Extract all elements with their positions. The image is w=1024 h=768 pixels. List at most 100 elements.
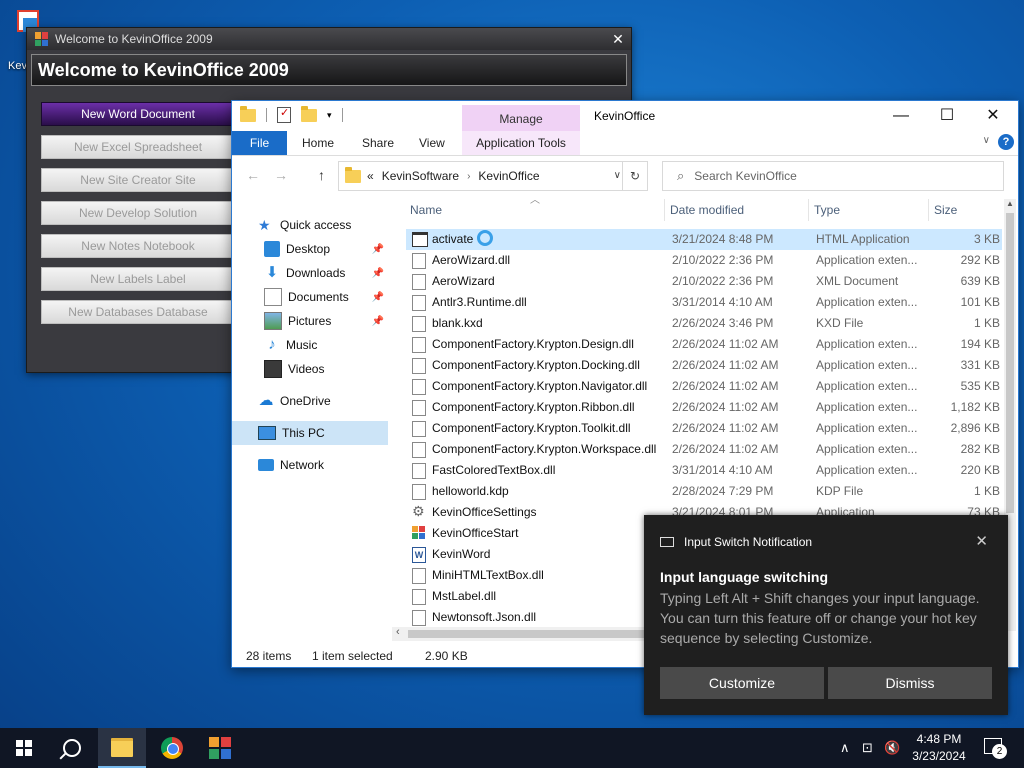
dismiss-button[interactable]: Dismiss <box>828 667 992 699</box>
star-icon: ★ <box>258 217 271 233</box>
tab-file[interactable]: File <box>232 131 287 155</box>
file-date: 3/31/2014 4:10 AM <box>672 295 773 309</box>
taskbar-file-explorer[interactable] <box>98 728 146 768</box>
minimize-icon[interactable]: — <box>878 101 924 131</box>
pin-icon: 📌 <box>371 291 384 303</box>
file-row[interactable]: ComponentFactory.Krypton.Ribbon.dll 2/26… <box>406 397 1002 418</box>
help-icon[interactable]: ? <box>998 134 1014 150</box>
new-labels-label-button[interactable]: New Labels Label <box>41 267 235 291</box>
dll-icon <box>412 358 426 374</box>
nav-item-network[interactable]: Network <box>232 453 388 477</box>
file-type: Application exten... <box>816 253 918 267</box>
explorer-titlebar[interactable]: ▾ Manage KevinOffice — ☐ ✕ <box>232 101 1018 131</box>
file-row[interactable]: ComponentFactory.Krypton.Workspace.dll 2… <box>406 439 1002 460</box>
item-count: 28 items <box>246 649 292 663</box>
close-icon[interactable]: ✕ <box>970 101 1016 131</box>
taskbar-kevinoffice[interactable] <box>196 728 244 768</box>
close-icon[interactable]: ✕ <box>975 532 988 550</box>
refresh-icon[interactable]: ↻ <box>622 162 647 190</box>
network-status-icon[interactable]: ⊡ <box>862 728 873 768</box>
breadcrumb-kevinsoftware[interactable]: KevinSoftware <box>382 169 459 183</box>
column-divider[interactable] <box>928 199 929 221</box>
nav-item-onedrive[interactable]: ☁ OneDrive <box>232 389 388 413</box>
tab-home[interactable]: Home <box>302 131 334 155</box>
nav-item-downloads[interactable]: ⬇ Downloads 📌 <box>232 261 388 285</box>
nav-item-music[interactable]: ♪ Music <box>232 333 388 357</box>
new-notes-notebook-button[interactable]: New Notes Notebook <box>41 234 235 258</box>
nav-item-videos[interactable]: Videos <box>232 357 388 381</box>
expand-ribbon-chevron-icon[interactable]: ∨ <box>983 135 990 146</box>
file-date: 2/10/2022 2:36 PM <box>672 253 774 267</box>
new-databases-database-button[interactable]: New Databases Database <box>41 300 235 324</box>
scroll-up-arrow-icon[interactable]: ▲ <box>1006 199 1014 208</box>
xml-icon <box>412 274 426 290</box>
taskbar-clock[interactable]: 4:48 PM 3/23/2024 <box>905 731 973 765</box>
file-row[interactable]: AeroWizard 2/10/2022 2:36 PM XML Documen… <box>406 271 1002 292</box>
search-button[interactable] <box>48 728 96 768</box>
properties-icon[interactable] <box>277 106 291 123</box>
file-row[interactable]: helloworld.kdp 2/28/2024 7:29 PM KDP Fil… <box>406 481 1002 502</box>
file-row[interactable]: ComponentFactory.Krypton.Docking.dll 2/2… <box>406 355 1002 376</box>
file-type: XML Document <box>816 274 899 288</box>
file-row[interactable]: blank.kxd 2/26/2024 3:46 PM KXD File 1 K… <box>406 313 1002 334</box>
scroll-left-arrow-icon[interactable]: ‹ <box>396 626 400 638</box>
file-name: FastColoredTextBox.dll <box>432 463 556 477</box>
file-name: ComponentFactory.Krypton.Ribbon.dll <box>432 400 635 414</box>
file-size: 639 KB <box>960 274 1000 288</box>
column-header-size[interactable]: Size <box>934 197 957 223</box>
pin-icon: 📌 <box>371 315 384 327</box>
file-row[interactable]: AeroWizard.dll 2/10/2022 2:36 PM Applica… <box>406 250 1002 271</box>
back-arrow-icon[interactable]: ← <box>246 167 260 183</box>
selection-status: 1 item selected <box>312 649 393 663</box>
kevinoffice-titlebar[interactable]: Welcome to KevinOffice 2009 ✕ <box>27 28 631 50</box>
column-divider[interactable] <box>808 199 809 221</box>
new-develop-solution-button[interactable]: New Develop Solution <box>41 201 235 225</box>
notification-title: Input language switching <box>660 569 828 585</box>
tab-application-tools[interactable]: Application Tools <box>462 131 580 155</box>
speaker-muted-icon[interactable]: 🔇 <box>884 728 900 768</box>
nav-item-pictures[interactable]: Pictures 📌 <box>232 309 388 333</box>
file-row[interactable]: ComponentFactory.Krypton.Navigator.dll 2… <box>406 376 1002 397</box>
up-arrow-icon[interactable]: ↑ <box>318 167 325 183</box>
scrollbar-thumb[interactable] <box>408 630 648 638</box>
nav-item-quick-access[interactable]: ★ Quick access <box>232 213 388 237</box>
nav-item-this-pc[interactable]: This PC <box>232 421 388 445</box>
tab-manage[interactable]: Manage <box>462 105 580 131</box>
tab-share[interactable]: Share <box>362 131 394 155</box>
new-folder-icon[interactable] <box>301 105 317 122</box>
file-row[interactable]: ComponentFactory.Krypton.Design.dll 2/26… <box>406 334 1002 355</box>
customize-toolbar-dropdown-icon[interactable]: ▾ <box>327 110 332 121</box>
file-name: blank.kxd <box>432 316 483 330</box>
file-name: helloworld.kdp <box>432 484 509 498</box>
column-header-name[interactable]: Name <box>410 197 442 223</box>
file-name: KevinOfficeStart <box>432 526 519 540</box>
file-row[interactable]: ComponentFactory.Krypton.Toolkit.dll 2/2… <box>406 418 1002 439</box>
tab-view[interactable]: View <box>419 131 445 155</box>
search-input[interactable]: ⌕ Search KevinOffice <box>662 161 1004 191</box>
new-site-creator-site-button[interactable]: New Site Creator Site <box>41 168 235 192</box>
nav-item-documents[interactable]: Documents 📌 <box>232 285 388 309</box>
customize-button[interactable]: Customize <box>660 667 824 699</box>
breadcrumb-overflow[interactable]: « <box>367 169 374 183</box>
breadcrumb-separator-icon[interactable]: › <box>467 171 470 182</box>
start-button[interactable] <box>0 728 48 768</box>
column-header-type[interactable]: Type <box>814 197 840 223</box>
scrollbar-thumb[interactable] <box>1006 213 1014 513</box>
file-row[interactable]: FastColoredTextBox.dll 3/31/2014 4:10 AM… <box>406 460 1002 481</box>
maximize-icon[interactable]: ☐ <box>924 101 970 131</box>
new-word-document-button[interactable]: New Word Document <box>41 102 235 126</box>
close-icon[interactable]: ✕ <box>605 31 631 48</box>
column-divider[interactable] <box>664 199 665 221</box>
file-row[interactable]: activate 3/21/2024 8:48 PM HTML Applicat… <box>406 229 1002 250</box>
new-excel-spreadsheet-button[interactable]: New Excel Spreadsheet <box>41 135 235 159</box>
chevron-up-icon[interactable]: ∧ <box>840 728 850 768</box>
file-row[interactable]: Antlr3.Runtime.dll 3/31/2014 4:10 AM App… <box>406 292 1002 313</box>
forward-arrow-icon[interactable]: → <box>274 167 288 183</box>
column-header-date-modified[interactable]: Date modified <box>670 197 744 223</box>
address-bar[interactable]: « KevinSoftware › KevinOffice ∨ ↻ <box>338 161 648 191</box>
chevron-down-icon[interactable]: ∨ <box>614 170 621 181</box>
nav-item-desktop[interactable]: Desktop 📌 <box>232 237 388 261</box>
file-type: Application exten... <box>816 295 918 309</box>
breadcrumb-kevinoffice[interactable]: KevinOffice <box>478 169 539 183</box>
taskbar-chrome[interactable] <box>148 728 196 768</box>
